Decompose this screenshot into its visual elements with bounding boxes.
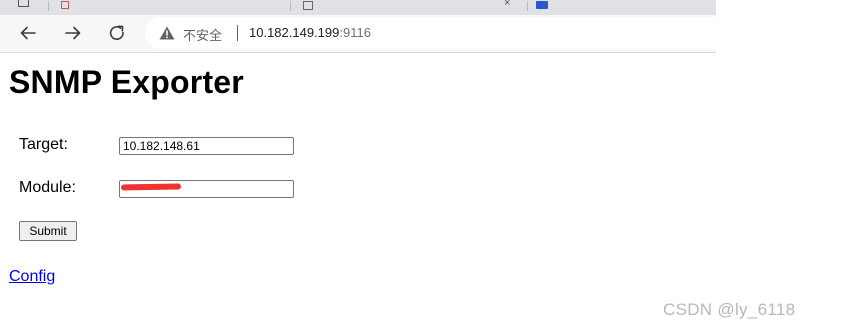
page-title: SNMP Exporter: [9, 64, 244, 100]
address-divider: [237, 25, 238, 41]
submit-button[interactable]: Submit: [19, 221, 77, 241]
reload-button[interactable]: [103, 19, 131, 47]
tab-favicon: [303, 1, 313, 10]
target-input[interactable]: [119, 137, 294, 155]
browser-toolbar: 不安全 10.182.149.199:9116: [0, 15, 735, 53]
module-input[interactable]: [119, 180, 294, 198]
tab-separator: [48, 1, 49, 11]
security-status-label[interactable]: 不安全: [183, 25, 222, 44]
tab-strip: ×: [0, 0, 716, 15]
url-text[interactable]: 10.182.149.199:9116: [249, 25, 371, 40]
reload-icon: [109, 25, 124, 41]
url-port: :9116: [339, 25, 371, 40]
forward-button[interactable]: [59, 19, 87, 47]
tab-separator: [290, 1, 291, 11]
arrow-right-icon: [65, 26, 81, 40]
config-link[interactable]: Config: [9, 268, 55, 286]
tab-close-icon[interactable]: ×: [504, 0, 510, 9]
warning-icon[interactable]: [159, 26, 175, 40]
target-label: Target:: [19, 136, 68, 153]
tab-separator: [527, 1, 528, 11]
tab-list-icon[interactable]: [18, 0, 29, 7]
address-bar[interactable]: 不安全 10.182.149.199:9116: [145, 17, 735, 49]
back-button[interactable]: [14, 19, 42, 47]
tab-favicon: [61, 1, 69, 9]
watermark: CSDN @ly_6118: [663, 300, 796, 319]
url-host: 10.182.149.199: [249, 25, 340, 40]
tab-favicon: [536, 1, 548, 9]
module-label: Module:: [19, 179, 76, 196]
arrow-left-icon: [20, 26, 36, 40]
